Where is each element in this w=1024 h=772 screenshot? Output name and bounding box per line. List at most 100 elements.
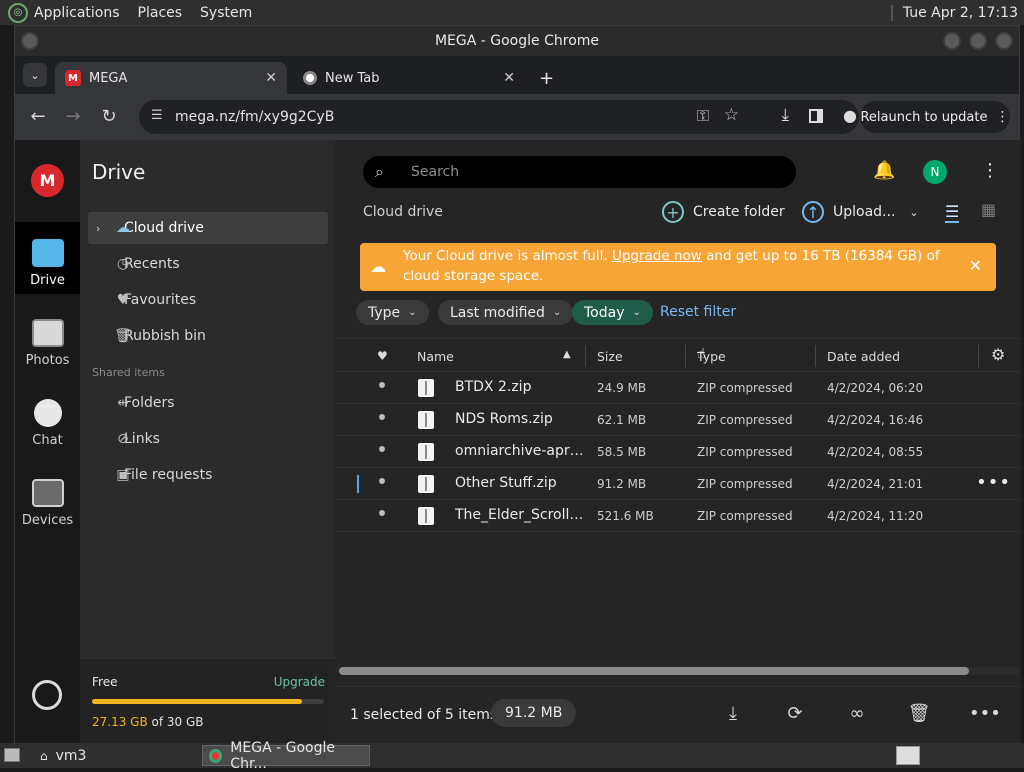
profile-icon[interactable]: ● (843, 106, 857, 125)
reload-icon[interactable]: ↻ (98, 106, 120, 127)
window-titlebar[interactable]: MEGA - Google Chrome (15, 26, 1019, 56)
os-menu-applications[interactable]: Applications (34, 5, 120, 21)
favourite-dot-icon[interactable] (379, 478, 385, 484)
show-desktop-icon[interactable] (4, 748, 20, 762)
breadcrumb[interactable]: Cloud drive (363, 204, 443, 220)
column-separator[interactable] (685, 345, 686, 367)
sidebar-item-recents[interactable]: ◷ Recents (88, 248, 328, 280)
search-input[interactable]: ⌕ Search (363, 156, 796, 188)
close-banner-icon[interactable]: ✕ (969, 256, 982, 276)
workspace-switcher-icon[interactable] (896, 746, 920, 765)
delete-trash-icon[interactable]: 🗑 (907, 703, 931, 724)
os-menu-system[interactable]: System (200, 5, 252, 21)
favourite-dot-icon[interactable] (379, 446, 385, 452)
rail-item-photos[interactable]: Photos (15, 302, 80, 374)
grid-view-icon[interactable]: ▦ (981, 200, 996, 219)
window-menu-icon[interactable] (21, 32, 39, 50)
bookmark-star-icon[interactable]: ☆ (724, 105, 739, 125)
site-info-icon[interactable]: ☰ (151, 108, 163, 123)
relaunch-to-update-button[interactable]: Relaunch to update ⋮ (860, 101, 1010, 133)
rail-item-drive[interactable]: Drive (15, 222, 80, 294)
rail-item-devices[interactable]: Devices (15, 462, 80, 534)
minimize-icon[interactable] (943, 32, 961, 50)
password-key-icon[interactable]: ⚿ (697, 106, 709, 126)
tab-new-tab[interactable]: New Tab ✕ (293, 62, 525, 94)
file-size: 521.6 MB (597, 509, 654, 523)
sort-ascending-icon[interactable]: ▲ (563, 349, 571, 360)
create-folder-button[interactable]: + Create folder (662, 200, 785, 224)
tab-close-icon[interactable]: ✕ (265, 70, 277, 86)
column-size[interactable]: Size (597, 349, 623, 364)
address-bar[interactable]: ☰ mega.nz/fm/xy9g2CyB ⚿ ☆ ⤓ ● (139, 100, 859, 134)
sidebar-item-links[interactable]: ⊘ Links (88, 423, 328, 455)
filter-today-chip[interactable]: Today ⌄ (572, 300, 653, 325)
reset-filter-link[interactable]: Reset filter (660, 304, 736, 320)
column-date-added[interactable]: Date added (827, 349, 900, 364)
download-circle-icon[interactable]: ⤓ (721, 703, 745, 724)
back-arrow-icon[interactable]: ← (27, 106, 49, 127)
os-clock[interactable]: Tue Apr 2, 17:13 (903, 5, 1018, 21)
close-window-icon[interactable] (995, 32, 1013, 50)
taskbar-item-vm3[interactable]: ⌂ vm3 (34, 745, 92, 766)
avatar[interactable]: N (923, 160, 947, 184)
tab-search-chevron-icon[interactable]: ⌄ (23, 63, 47, 87)
column-separator[interactable] (978, 345, 979, 367)
favourite-dot-icon[interactable] (379, 414, 385, 420)
taskbar-item-chrome[interactable]: MEGA - Google Chr... (202, 740, 370, 772)
notification-bell-icon[interactable]: 🔔 (873, 160, 895, 181)
table-row[interactable]: The_Elder_Scrolls... 521.6 MB ZIP compre… (335, 500, 1021, 532)
get-link-icon[interactable]: ∞ (845, 703, 869, 724)
side-panel-icon[interactable] (809, 109, 823, 123)
sidebar-item-favourites[interactable]: ♥ Favourites (88, 284, 328, 316)
horizontal-scrollbar[interactable] (339, 667, 1019, 675)
filter-type-chip[interactable]: Type ⌄ (356, 300, 429, 325)
chevron-down-icon[interactable]: ⌄ (909, 206, 918, 219)
more-options-icon[interactable]: ••• (969, 703, 1001, 724)
share-folder-icon[interactable]: ⟳ (783, 703, 807, 724)
favourite-column-heart-icon[interactable]: ♥ (377, 349, 388, 363)
column-settings-gear-icon[interactable]: ⚙ (991, 345, 1005, 364)
table-row-selected[interactable]: Other Stuff.zip 91.2 MB ZIP compressed 4… (335, 468, 1021, 500)
favourite-dot-icon[interactable] (379, 510, 385, 516)
rail-item-chat[interactable]: Chat (15, 382, 80, 454)
sidebar-item-folders[interactable]: ⇹ Folders (88, 387, 328, 419)
file-name: The_Elder_Scrolls... (455, 507, 585, 523)
icon-rail: M Drive Photos Chat Devices (15, 140, 80, 744)
column-name[interactable]: Name (417, 349, 454, 364)
tab-close-icon[interactable]: ✕ (503, 70, 515, 86)
sidebar-item-file-requests[interactable]: ▣ File requests (88, 459, 328, 491)
chevron-right-icon[interactable]: › (96, 222, 100, 235)
scrollbar-thumb[interactable] (339, 667, 969, 675)
os-logo-icon[interactable]: ◎ (8, 2, 28, 23)
column-separator[interactable] (815, 345, 816, 367)
maximize-icon[interactable] (969, 32, 987, 50)
selection-footer: 1 selected of 5 items 91.2 MB ⤓ ⟳ ∞ 🗑 ••… (335, 686, 1021, 744)
table-row[interactable]: NDS Roms.zip 62.1 MB ZIP compressed 4/2/… (335, 404, 1021, 436)
zip-file-icon (418, 507, 434, 525)
file-name: NDS Roms.zip (455, 411, 553, 427)
download-icon[interactable]: ⤓ (781, 105, 789, 125)
storage-warning-banner: ☁ Your Cloud drive is almost full. Upgra… (360, 243, 996, 291)
column-separator[interactable] (585, 345, 586, 367)
tab-mega[interactable]: M MEGA ✕ (55, 62, 287, 94)
table-row[interactable]: omniarchive-april-... 58.5 MB ZIP compre… (335, 436, 1021, 468)
new-tab-plus-icon[interactable]: + (529, 62, 554, 94)
mega-logo-icon[interactable]: M (31, 164, 64, 197)
upload-button[interactable]: ↑ Upload... ⌄ (802, 200, 919, 224)
chrome-menu-kebab-icon[interactable]: ⋮ (996, 109, 1010, 125)
favourite-dot-icon[interactable] (379, 382, 385, 388)
upgrade-now-link[interactable]: Upgrade now (612, 248, 702, 264)
os-menu-places[interactable]: Places (138, 5, 183, 21)
sidebar-item-rubbish-bin[interactable]: 🗑 Rubbish bin (88, 320, 328, 352)
forward-arrow-icon[interactable]: → (62, 106, 84, 127)
upgrade-link[interactable]: Upgrade (274, 675, 325, 689)
table-row[interactable]: BTDX 2.zip 24.9 MB ZIP compressed 4/2/20… (335, 372, 1021, 404)
filter-last-modified-chip[interactable]: Last modified ⌄ (438, 300, 574, 325)
list-view-icon[interactable]: ☰ (945, 202, 960, 223)
main-menu-kebab-icon[interactable]: ⋮ (981, 160, 999, 181)
storage-total-value: of 30 GB (147, 715, 204, 729)
transfer-manager-icon[interactable] (32, 680, 62, 710)
row-more-options-icon[interactable]: ••• (976, 472, 1011, 493)
sidebar-item-cloud-drive[interactable]: › ☁ Cloud drive (88, 212, 328, 244)
shared-folders-icon: ⇹ (117, 395, 129, 411)
